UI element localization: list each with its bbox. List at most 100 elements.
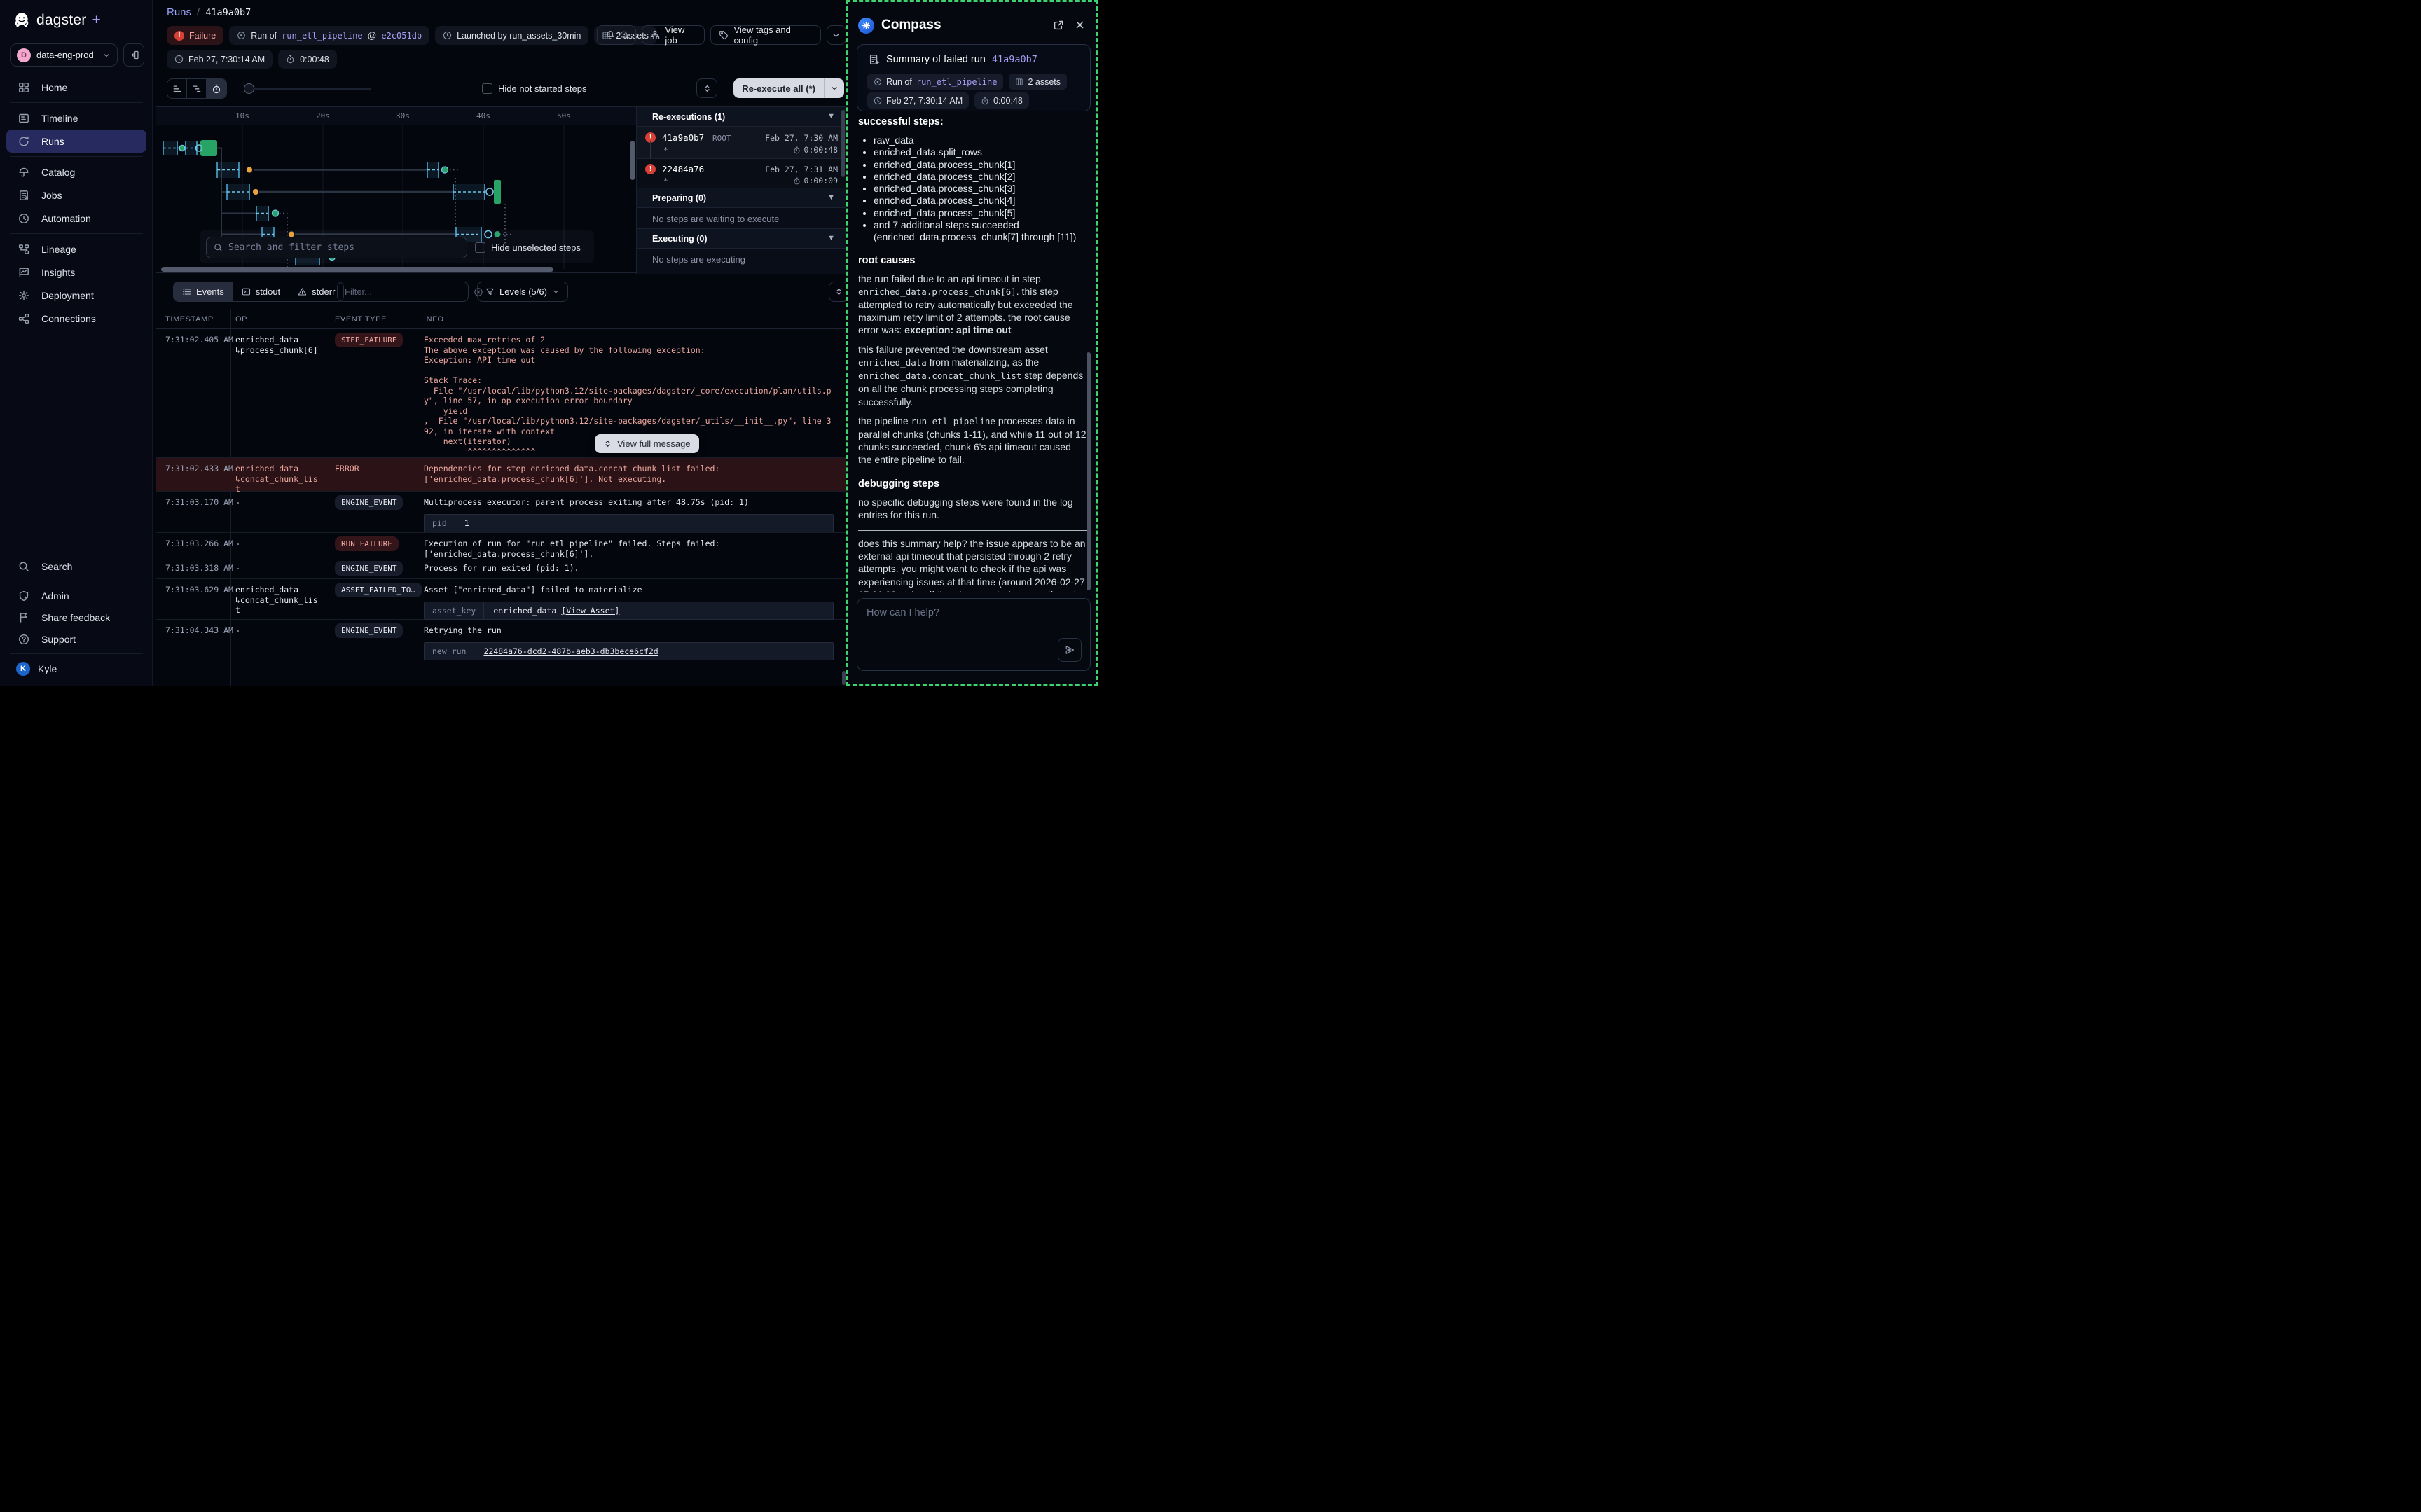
duration-label: 0:00:48 <box>300 55 329 64</box>
new-run-link[interactable]: 22484a76-dcd2-487b-aeb3-db3bece6cf2d <box>483 646 658 656</box>
gantt-vertical-scrollbar[interactable] <box>630 141 635 180</box>
preparing-empty-text: No steps are waiting to execute <box>652 214 779 224</box>
event-op-asset: enriched_data <box>235 335 318 345</box>
sidebar-item-automation[interactable]: Automation <box>6 207 146 230</box>
tab-stdout[interactable]: stdout <box>233 282 289 301</box>
log-sort-button[interactable] <box>829 282 848 302</box>
compass-scrollbar[interactable] <box>1087 352 1091 590</box>
sidebar: dagster + D data-eng-prod Home Timeline … <box>0 0 153 686</box>
event-type-badge: ENGINE_EVENT <box>335 623 403 638</box>
commit-link[interactable]: e2c051db <box>381 31 422 41</box>
sidebar-item-home[interactable]: Home <box>6 76 146 99</box>
sidebar-item-jobs[interactable]: Jobs <box>6 183 146 207</box>
event-timestamp: 7:31:04.343 AM <box>165 625 233 635</box>
table-row[interactable]: 7:31:03.318 AM - ENGINE_EVENT Process fo… <box>156 557 846 579</box>
log-filter-box[interactable] <box>337 282 469 302</box>
gantt-timed-view-button[interactable] <box>207 79 226 98</box>
gantt-expand-button[interactable] <box>696 78 717 98</box>
tab-stderr[interactable]: stderr <box>289 282 343 301</box>
sidebar-item-insights[interactable]: Insights <box>6 261 146 284</box>
table-row[interactable]: 7:31:02.405 AM enriched_data↳process_chu… <box>156 329 846 458</box>
compass-run-chip[interactable]: Run of run_etl_pipeline <box>867 74 1003 90</box>
view-job-button[interactable]: View job <box>642 25 705 45</box>
launched-by-chip[interactable]: Launched by run_assets_30min <box>435 26 588 45</box>
open-in-new-button[interactable] <box>1053 19 1064 32</box>
run-of-chip[interactable]: Run of run_etl_pipeline @ e2c051db <box>229 26 429 45</box>
sidebar-item-share-feedback[interactable]: Share feedback <box>6 606 146 628</box>
step-search-input[interactable] <box>228 242 460 253</box>
reexecute-all-button[interactable]: Re-execute all (*) <box>733 78 844 98</box>
sidebar-item-runs[interactable]: Runs <box>6 130 146 153</box>
pipeline-link[interactable]: run_etl_pipeline <box>916 77 998 87</box>
reexecutions-scrollbar[interactable] <box>841 110 845 177</box>
tab-events[interactable]: Events <box>174 282 233 301</box>
gantt-chart[interactable]: 10s 20s 30s 40s 50s <box>156 107 636 274</box>
reexecution-run-row[interactable]: ! 22484a76 Feb 27, 7:31 AM * 0:00:09 <box>637 159 846 188</box>
breadcrumb-run-id: 41a9a0b7 <box>205 7 251 18</box>
run-id[interactable]: 41a9a0b7 <box>662 132 704 143</box>
chevron-down-icon: ▼ <box>827 234 835 242</box>
close-compass-button[interactable] <box>1075 19 1085 32</box>
collapse-panel-icon <box>129 50 139 60</box>
compass-chat-input[interactable] <box>867 607 1042 663</box>
list-item: enriched_data.process_chunk[5] <box>874 207 1087 219</box>
target-icon <box>237 31 246 40</box>
event-timestamp: 7:31:02.405 AM <box>165 335 233 345</box>
axis-tick: 40s <box>476 111 490 120</box>
sidebar-item-connections[interactable]: Connections <box>6 307 146 330</box>
table-row[interactable]: 7:31:03.629 AM enriched_data↳concat_chun… <box>156 579 846 620</box>
table-row[interactable]: 7:31:04.343 AM - ENGINE_EVENT Retrying t… <box>156 620 846 686</box>
search-icon <box>214 243 223 252</box>
jobs-icon <box>18 190 29 201</box>
reexecute-dropdown[interactable] <box>824 78 844 98</box>
sidebar-item-search[interactable]: Search <box>6 555 146 577</box>
step-search-box[interactable] <box>206 237 467 258</box>
run-id[interactable]: 22484a76 <box>662 164 704 174</box>
table-row[interactable]: 7:31:03.170 AM - ENGINE_EVENT Multiproce… <box>156 492 846 533</box>
send-button[interactable] <box>1058 638 1082 662</box>
failure-icon: ! <box>174 31 184 41</box>
gantt-zoom-slider[interactable] <box>245 88 371 90</box>
view-full-message-button[interactable]: View full message <box>595 434 699 453</box>
gantt-horizontal-scrollbar[interactable] <box>161 267 553 272</box>
preparing-header[interactable]: Preparing (0) ▼ <box>637 188 846 208</box>
assets-count-label: 2 assets <box>1028 77 1061 87</box>
duration-label: 0:00:48 <box>993 96 1023 106</box>
view-tags-config-button[interactable]: View tags and config <box>710 25 820 45</box>
sidebar-item-timeline[interactable]: Timeline <box>6 106 146 130</box>
compass-assets-chip[interactable]: 2 assets <box>1009 74 1067 90</box>
event-info-text: Multiprocess executor: parent process ex… <box>424 497 836 508</box>
pipeline-link[interactable]: run_etl_pipeline <box>282 31 363 41</box>
sidebar-item-support[interactable]: Support <box>6 628 146 650</box>
events-scrollbar[interactable] <box>842 671 846 685</box>
sidebar-item-catalog[interactable]: Catalog <box>6 160 146 183</box>
table-row[interactable]: 7:31:03.266 AM - RUN_FAILURE Execution o… <box>156 533 846 557</box>
reexecution-run-row[interactable]: ! 41a9a0b7 ROOT Feb 27, 7:30 AM * 0:00:4… <box>637 127 846 159</box>
sidebar-item-admin[interactable]: Admin <box>6 585 146 606</box>
hide-unselected-checkbox[interactable] <box>475 242 485 253</box>
dagster-run-page: dagster + D data-eng-prod Home Timeline … <box>0 0 1098 686</box>
levels-dropdown[interactable]: Levels (5/6) <box>477 282 568 302</box>
stopwatch-icon <box>286 55 295 64</box>
dagster-logo[interactable]: dagster + <box>13 11 101 29</box>
sidebar-item-lineage[interactable]: Lineage <box>6 237 146 261</box>
workspace-selector[interactable]: D data-eng-prod <box>10 43 118 67</box>
executing-header[interactable]: Executing (0) ▼ <box>637 229 846 249</box>
view-asset-link[interactable]: [View Asset] <box>561 606 619 616</box>
log-filter-input[interactable] <box>345 286 468 297</box>
breadcrumb-runs-link[interactable]: Runs <box>167 6 191 18</box>
sidebar-item-label: Timeline <box>41 113 78 124</box>
table-row[interactable]: 7:31:02.433 AM enriched_data↳concat_chun… <box>156 458 846 492</box>
summary-run-id[interactable]: 41a9a0b7 <box>992 54 1037 65</box>
user-name: Kyle <box>38 663 57 674</box>
sidebar-collapse-button[interactable] <box>123 43 144 67</box>
user-menu[interactable]: KKyle <box>6 658 146 679</box>
hide-not-started-checkbox[interactable] <box>482 83 492 94</box>
sidebar-item-deployment[interactable]: Deployment <box>6 284 146 307</box>
slider-knob[interactable] <box>244 83 254 94</box>
gantt-waterfall-view-button[interactable] <box>187 79 207 98</box>
reexecutions-header[interactable]: Re-executions (1) ▼ <box>637 107 846 127</box>
more-actions-button[interactable] <box>827 25 846 45</box>
gantt-flat-view-button[interactable] <box>167 79 187 98</box>
alerts-button[interactable]: ∅ <box>597 25 636 45</box>
